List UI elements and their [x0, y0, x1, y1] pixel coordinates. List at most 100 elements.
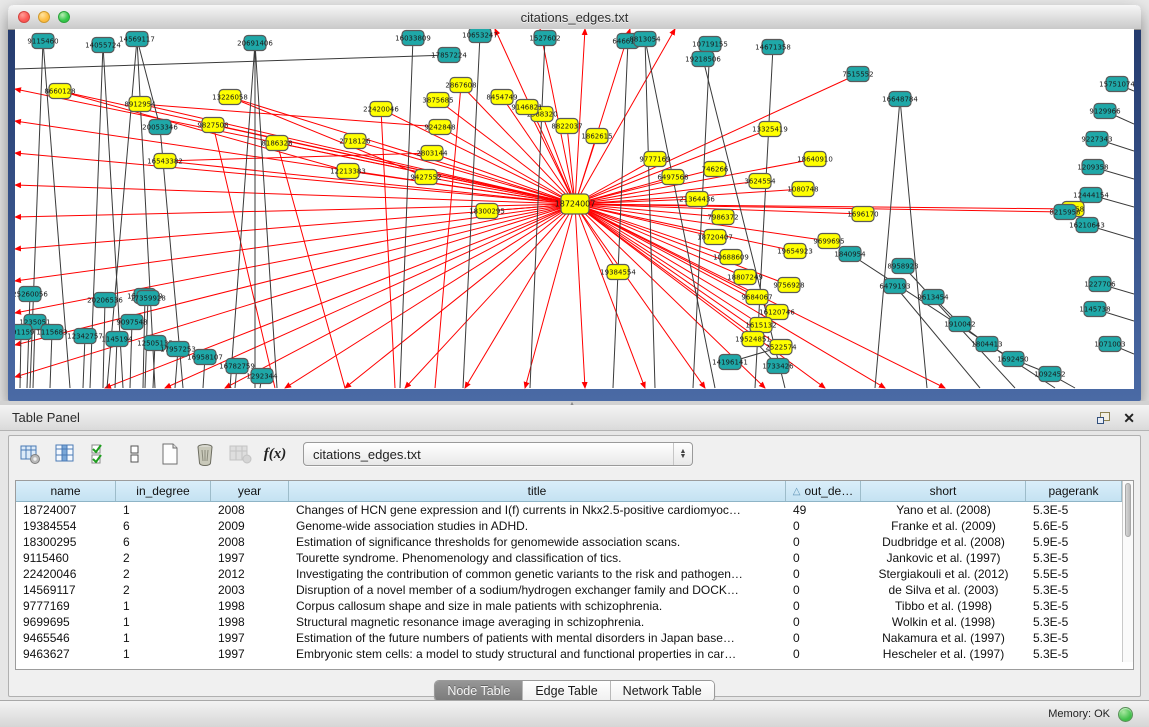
- table-cell-short[interactable]: Nakamura et al. (1997): [861, 630, 1026, 646]
- column-header-title[interactable]: title: [289, 481, 786, 501]
- column-header-short[interactable]: short: [861, 481, 1026, 501]
- table-cell-year[interactable]: 2003: [211, 582, 289, 598]
- graph-node[interactable]: 2803144: [416, 146, 448, 161]
- graph-node[interactable]: 9427552: [410, 170, 441, 185]
- table-cell-out_degree[interactable]: 0: [786, 582, 861, 598]
- float-panel-icon[interactable]: [1097, 412, 1109, 423]
- graph-node[interactable]: 12213383: [330, 164, 366, 179]
- table-cell-title[interactable]: Embryonic stem cells: a model to study s…: [289, 646, 786, 662]
- graph-node[interactable]: 1840954: [834, 247, 866, 262]
- table-cell-in_degree[interactable]: 6: [116, 518, 211, 534]
- graph-node[interactable]: 7986372: [707, 210, 738, 225]
- table-row[interactable]: 1830029562008Estimation of significance …: [16, 534, 1122, 550]
- table-cell-name[interactable]: 18300295: [16, 534, 116, 550]
- table-cell-short[interactable]: Wolkin et al. (1998): [861, 614, 1026, 630]
- table-cell-in_degree[interactable]: 6: [116, 534, 211, 550]
- graph-node[interactable]: 9699695: [813, 234, 844, 249]
- table-cell-year[interactable]: 1997: [211, 550, 289, 566]
- table-cell-name[interactable]: 9699695: [16, 614, 116, 630]
- table-cell-out_degree[interactable]: 0: [786, 518, 861, 534]
- table-cell-in_degree[interactable]: 2: [116, 550, 211, 566]
- graph-node[interactable]: 16033809: [395, 31, 431, 46]
- table-cell-pagerank[interactable]: 5.3E-5: [1026, 550, 1122, 566]
- graph-node[interactable]: 14569117: [119, 32, 155, 47]
- graph-node[interactable]: 22420046: [363, 102, 399, 117]
- graph-node[interactable]: 16648784: [882, 92, 918, 107]
- table-cell-out_degree[interactable]: 0: [786, 566, 861, 582]
- table-cell-year[interactable]: 2009: [211, 518, 289, 534]
- row-height-button[interactable]: [122, 441, 148, 467]
- table-row[interactable]: 946554611997Estimation of the future num…: [16, 630, 1122, 646]
- graph-node[interactable]: 19654923: [777, 244, 813, 259]
- graph-node[interactable]: 1227706: [1084, 277, 1116, 292]
- table-cell-short[interactable]: de Silva et al. (2003): [861, 582, 1026, 598]
- column-header-year[interactable]: year: [211, 481, 289, 501]
- table-cell-short[interactable]: Yano et al. (2008): [861, 502, 1026, 518]
- table-cell-pagerank[interactable]: 5.3E-5: [1026, 646, 1122, 662]
- select-column-button[interactable]: [52, 441, 78, 467]
- graph-node[interactable]: 16210643: [1069, 218, 1105, 233]
- network-canvas[interactable]: 1872400718300295193845549777169649756874…: [15, 29, 1134, 389]
- graph-node[interactable]: 16543382: [147, 154, 183, 169]
- graph-node[interactable]: 9756928: [773, 278, 804, 293]
- table-cell-title[interactable]: Corpus callosum shape and size in male p…: [289, 598, 786, 614]
- graph-node[interactable]: 9613454: [917, 290, 949, 305]
- graph-node[interactable]: 1910042: [944, 317, 975, 332]
- table-cell-title[interactable]: Tourette syndrome. Phenomenology and cla…: [289, 550, 786, 566]
- table-cell-year[interactable]: 1998: [211, 614, 289, 630]
- graph-node[interactable]: 25260056: [15, 287, 48, 302]
- graph-node[interactable]: 10688609: [713, 250, 749, 265]
- graph-node[interactable]: 8454749: [486, 90, 517, 105]
- graph-node[interactable]: 17857224: [431, 48, 467, 63]
- table-cell-title[interactable]: Investigating the contribution of common…: [289, 566, 786, 582]
- table-cell-pagerank[interactable]: 5.3E-5: [1026, 630, 1122, 646]
- table-cell-name[interactable]: 9777169: [16, 598, 116, 614]
- graph-node[interactable]: 9115460: [27, 34, 58, 49]
- graph-node[interactable]: 1080748: [787, 182, 818, 197]
- graph-node[interactable]: 2522574: [765, 340, 797, 355]
- graph-node[interactable]: 8813054: [629, 32, 661, 47]
- column-header-pagerank[interactable]: pagerank: [1026, 481, 1122, 501]
- table-cell-out_degree[interactable]: 0: [786, 598, 861, 614]
- table-cell-name[interactable]: 9115460: [16, 550, 116, 566]
- table-cell-short[interactable]: Franke et al. (2009): [861, 518, 1026, 534]
- table-cell-short[interactable]: Stergiakouli et al. (2012): [861, 566, 1026, 582]
- graph-node[interactable]: 8186328: [261, 136, 292, 151]
- table-cell-out_degree[interactable]: 0: [786, 534, 861, 550]
- table-cell-name[interactable]: 18724007: [16, 502, 116, 518]
- graph-node[interactable]: 10653247: [462, 29, 498, 43]
- table-cell-title[interactable]: Disruption of a novel member of a sodium…: [289, 582, 786, 598]
- graph-node[interactable]: 1733426: [762, 359, 794, 374]
- table-cell-name[interactable]: 19384554: [16, 518, 116, 534]
- table-cell-name[interactable]: 9463627: [16, 646, 116, 662]
- graph-node[interactable]: 14671358: [755, 40, 791, 55]
- table-cell-title[interactable]: Structural magnetic resonance image aver…: [289, 614, 786, 630]
- table-cell-in_degree[interactable]: 1: [116, 630, 211, 646]
- graph-node[interactable]: 1209358: [1077, 160, 1108, 175]
- table-row[interactable]: 1872400712008Changes of HCN gene express…: [16, 502, 1122, 518]
- tab-network-table[interactable]: Network Table: [611, 681, 714, 701]
- table-cell-in_degree[interactable]: 1: [116, 614, 211, 630]
- graph-node[interactable]: 19384554: [600, 265, 636, 280]
- table-cell-short[interactable]: Tibbo et al. (1998): [861, 598, 1026, 614]
- table-cell-year[interactable]: 2012: [211, 566, 289, 582]
- table-row[interactable]: 911546021997Tourette syndrome. Phenomeno…: [16, 550, 1122, 566]
- graph-node[interactable]: 8660128: [44, 84, 75, 99]
- graph-node[interactable]: 1615132: [745, 318, 776, 333]
- table-cell-short[interactable]: Dudbridge et al. (2008): [861, 534, 1026, 550]
- table-cell-in_degree[interactable]: 1: [116, 598, 211, 614]
- table-cell-in_degree[interactable]: 1: [116, 646, 211, 662]
- table-selector-dropdown[interactable]: citations_edges.txt ▲▼: [303, 442, 693, 466]
- table-cell-year[interactable]: 1998: [211, 598, 289, 614]
- graph-node[interactable]: 19218506: [685, 52, 721, 67]
- table-cell-name[interactable]: 14569117: [16, 582, 116, 598]
- graph-node[interactable]: 9227343: [1081, 132, 1112, 147]
- graph-node[interactable]: 3875685: [422, 93, 453, 108]
- graph-node[interactable]: 2718126: [339, 134, 371, 149]
- table-cell-in_degree[interactable]: 1: [116, 502, 211, 518]
- network-window-titlebar[interactable]: citations_edges.txt: [8, 5, 1141, 30]
- table-cell-out_degree[interactable]: 0: [786, 646, 861, 662]
- column-header-out_degree[interactable]: △out_de…: [786, 481, 861, 501]
- table-cell-year[interactable]: 1997: [211, 630, 289, 646]
- column-header-name[interactable]: name: [16, 481, 116, 501]
